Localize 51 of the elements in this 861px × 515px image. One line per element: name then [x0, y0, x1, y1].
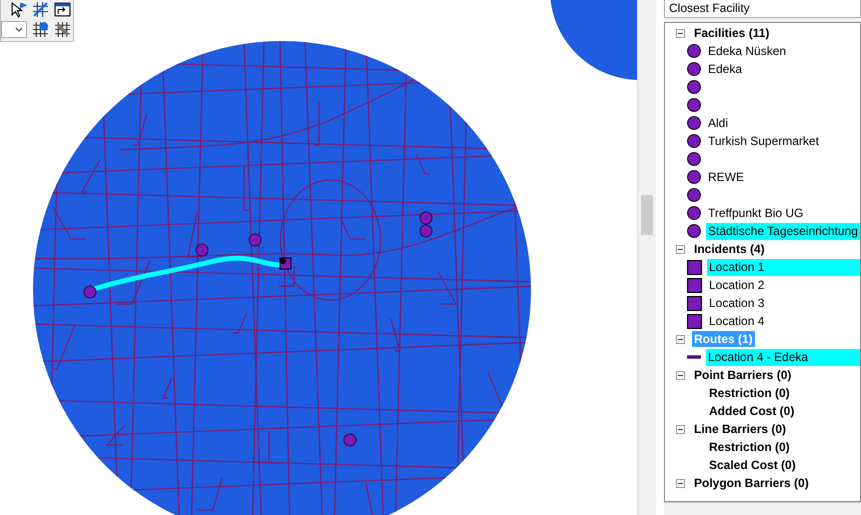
- tree-item-label[interactable]: Edeka: [706, 60, 860, 78]
- grid-info-icon[interactable]: [32, 21, 49, 38]
- tree-group-label[interactable]: Line Barriers (0): [692, 421, 788, 437]
- circle-symbol-icon: [687, 134, 701, 148]
- tree-item-label[interactable]: Location 4 - Edeka: [706, 348, 860, 366]
- circle-symbol-icon: [687, 44, 701, 58]
- tree-group-label[interactable]: Incidents (4): [692, 241, 767, 257]
- circle-symbol-icon: [687, 62, 701, 76]
- collapse-toggle[interactable]: [676, 370, 685, 380]
- circle-symbol-icon: [687, 80, 701, 94]
- circle-symbol-icon: [687, 116, 701, 130]
- grid-route-icon[interactable]: [32, 1, 49, 18]
- tree-item-label[interactable]: Städtische Tageseinrichtung: [706, 222, 860, 240]
- tree-item-label[interactable]: Location 3: [707, 294, 860, 312]
- circle-symbol-icon: [687, 98, 701, 112]
- square-symbol-icon: [687, 314, 702, 328]
- collapse-toggle[interactable]: [676, 28, 685, 38]
- collapse-toggle[interactable]: [676, 334, 685, 344]
- tree-class-label[interactable]: Scaled Cost (0): [687, 458, 796, 472]
- tree-item-label[interactable]: Location 1: [707, 258, 860, 276]
- tree-item-label[interactable]: Location 2: [707, 276, 860, 294]
- tree-item-label[interactable]: Treffpunkt Bio UG: [706, 204, 860, 222]
- square-symbol-icon: [687, 296, 702, 310]
- tree-group-label[interactable]: Facilities (11): [692, 25, 772, 41]
- circle-symbol-icon: [687, 170, 701, 184]
- grid-wrench-icon[interactable]: [54, 21, 71, 38]
- tree-class-label[interactable]: Restriction (0): [687, 386, 790, 400]
- tree-group-label[interactable]: Polygon Barriers (0): [692, 475, 811, 491]
- layer-name-field[interactable]: Closest Facility: [664, 0, 861, 18]
- scrollbar[interactable]: [637, 0, 656, 515]
- circle-symbol-icon: [687, 152, 701, 166]
- tree-class-label[interactable]: Added Cost (0): [687, 404, 794, 418]
- tree-item-label[interactable]: Turkish Supermarket: [706, 132, 860, 150]
- caret-icon: [15, 26, 23, 32]
- incident-marker: [280, 258, 292, 270]
- circle-symbol-icon: [687, 206, 701, 220]
- tree-item-label[interactable]: Location 4: [707, 312, 860, 330]
- scrollbar-thumb[interactable]: [641, 195, 653, 235]
- tree-item-label[interactable]: Aldi: [706, 114, 860, 132]
- tree-group-label[interactable]: Point Barriers (0): [692, 367, 794, 383]
- circle-symbol-icon: [687, 224, 701, 238]
- tree-item-label[interactable]: Edeka Nüsken: [706, 42, 860, 60]
- tree-item-label[interactable]: REWE: [706, 168, 860, 186]
- collapse-toggle[interactable]: [676, 424, 685, 434]
- tree-class-label[interactable]: Restriction (0): [687, 440, 790, 454]
- square-symbol-icon: [687, 278, 702, 292]
- collapse-toggle[interactable]: [676, 478, 685, 488]
- flag-cursor-icon[interactable]: [10, 1, 27, 18]
- square-symbol-icon: [687, 260, 702, 274]
- collapse-toggle[interactable]: [676, 244, 685, 254]
- circle-symbol-icon: [687, 188, 701, 202]
